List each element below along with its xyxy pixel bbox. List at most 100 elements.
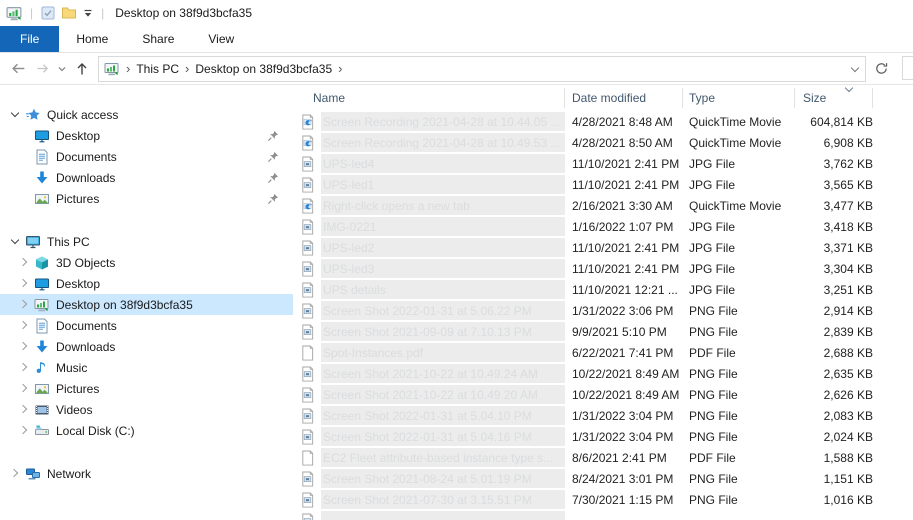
table-row[interactable]: UPS-led311/10/2021 2:41 PMJPG File3,304 … (293, 258, 913, 279)
column-header-size[interactable]: Size (795, 88, 873, 108)
chevron-spacer (17, 149, 33, 165)
forward-icon[interactable] (30, 57, 54, 81)
chevron-expanded-icon[interactable] (8, 107, 24, 123)
file-type: JPG File (683, 283, 795, 297)
chevron-collapsed-icon[interactable] (17, 402, 33, 418)
tab-home[interactable]: Home (59, 26, 125, 52)
table-row[interactable]: Screen Shot 2021-07-30 at 3.15.51 PM7/30… (293, 489, 913, 510)
sidebar-item-network[interactable]: Network (0, 463, 293, 484)
chevron-collapsed-icon[interactable] (17, 339, 33, 355)
sidebar-item-videos[interactable]: Videos (0, 399, 293, 420)
file-size: 3,304 KB (795, 262, 873, 276)
column-header-date-modified[interactable]: Date modified (565, 88, 683, 108)
table-row[interactable]: IMG-02211/16/2022 1:07 PMJPG File3,418 K… (293, 216, 913, 237)
sort-descending-icon (843, 85, 855, 95)
sidebar-item-quick-access[interactable]: Quick access (0, 104, 293, 125)
table-row[interactable]: UPS-led211/10/2021 2:41 PMJPG File3,371 … (293, 237, 913, 258)
address-dropdown-icon[interactable] (849, 63, 861, 75)
table-row[interactable]: Screen Recording 2021-04-28 at 10.44.05 … (293, 111, 913, 132)
chevron-expanded-icon[interactable] (8, 234, 24, 250)
file-name: UPS-led2 (321, 238, 565, 257)
chevron-spacer (17, 128, 33, 144)
chevron-collapsed-icon[interactable] (17, 276, 33, 292)
table-row[interactable]: Screen Shot 2022-01-31 at 5.04.16 PM1/31… (293, 426, 913, 447)
file-date: 6/22/2021 7:41 PM (565, 346, 683, 360)
table-row[interactable]: Screen Shot 2021-08-24 at 5.01.19 PM8/24… (293, 468, 913, 489)
table-row-partial[interactable] (293, 510, 913, 520)
file-name: Screen Shot 2022-01-31 at 5.04.16 PM (321, 427, 565, 446)
table-row[interactable]: Screen Recording 2021-04-28 at 10.49.53 … (293, 132, 913, 153)
back-icon[interactable] (6, 57, 30, 81)
qat-dropdown-icon[interactable] (82, 7, 94, 19)
sidebar-item-documents[interactable]: Documents (0, 146, 293, 167)
chevron-collapsed-icon[interactable] (17, 318, 33, 334)
chevron-collapsed-icon[interactable] (17, 381, 33, 397)
address-box[interactable]: › This PC › Desktop on 38f9d3bcfa35 › (98, 56, 866, 82)
chevron-collapsed-icon[interactable] (17, 297, 33, 313)
file-size: 3,762 KB (795, 157, 873, 171)
sidebar-item-label: Desktop (56, 129, 100, 143)
file-name: Screen Shot 2021-10-22 at 10.49.24 AM (321, 364, 565, 383)
chevron-collapsed-icon[interactable] (17, 255, 33, 271)
breadcrumb-chevron-icon: › (332, 62, 348, 75)
table-row[interactable]: UPS-led411/10/2021 2:41 PMJPG File3,762 … (293, 153, 913, 174)
table-row[interactable]: Right-click opens a new tab2/16/2021 3:3… (293, 195, 913, 216)
properties-icon[interactable] (40, 5, 56, 21)
sidebar-item-downloads[interactable]: Downloads (0, 167, 293, 188)
sidebar-item-label: 3D Objects (56, 256, 115, 270)
sidebar-item-desktop[interactable]: Desktop (0, 125, 293, 146)
table-row[interactable]: UPS details11/10/2021 12:21 ...JPG File3… (293, 279, 913, 300)
image-file-icon (300, 261, 315, 277)
file-type: PNG File (683, 325, 795, 339)
sidebar-item-downloads[interactable]: Downloads (0, 336, 293, 357)
image-file-icon (300, 177, 315, 193)
file-name: Right-click opens a new tab (321, 196, 565, 215)
file-type: PNG File (683, 430, 795, 444)
table-row[interactable]: Screen Shot 2022-01-31 at 5.06.22 PM1/31… (293, 300, 913, 321)
sidebar-item-pictures[interactable]: Pictures (0, 378, 293, 399)
pin-icon[interactable] (264, 172, 282, 184)
chevron-collapsed-icon[interactable] (8, 466, 24, 482)
column-header-type[interactable]: Type (683, 88, 795, 108)
table-row[interactable]: Screen Shot 2021-10-22 at 10.49.24 AM10/… (293, 363, 913, 384)
breadcrumb-current-folder[interactable]: Desktop on 38f9d3bcfa35 (195, 62, 332, 76)
table-row[interactable]: Screen Shot 2021-09-09 at 7.10.13 PM9/9/… (293, 321, 913, 342)
pin-icon[interactable] (264, 151, 282, 163)
file-size: 3,477 KB (795, 199, 873, 213)
up-icon[interactable] (70, 57, 94, 81)
refresh-icon[interactable] (868, 57, 894, 81)
table-row[interactable]: UPS-led111/10/2021 2:41 PMJPG File3,565 … (293, 174, 913, 195)
sidebar-item-label: Downloads (56, 171, 115, 185)
sidebar-item-documents[interactable]: Documents (0, 315, 293, 336)
file-date: 9/9/2021 5:10 PM (565, 325, 683, 339)
sidebar-item-music[interactable]: Music (0, 357, 293, 378)
app-icon[interactable] (6, 5, 23, 22)
sidebar-item-local-disk-c[interactable]: Local Disk (C:) (0, 420, 293, 441)
sidebar-item-pictures[interactable]: Pictures (0, 188, 293, 209)
sidebar-item-3d-objects[interactable]: 3D Objects (0, 252, 293, 273)
breadcrumb-this-pc[interactable]: This PC (136, 62, 179, 76)
table-row[interactable]: Screen Shot 2022-01-31 at 5.04.10 PM1/31… (293, 405, 913, 426)
sidebar-item-desktop[interactable]: Desktop (0, 273, 293, 294)
tab-view[interactable]: View (191, 26, 251, 52)
tab-share[interactable]: Share (125, 26, 191, 52)
pdf-file-icon (300, 345, 315, 361)
pin-icon[interactable] (264, 130, 282, 142)
nav-dropdown-icon[interactable] (54, 57, 70, 81)
sidebar-item-this-pc[interactable]: This PC (0, 231, 293, 252)
tab-file[interactable]: File (0, 26, 59, 52)
file-name: Screen Shot 2021-07-30 at 3.15.51 PM (321, 490, 565, 509)
new-folder-icon[interactable] (61, 5, 77, 21)
chevron-collapsed-icon[interactable] (17, 360, 33, 376)
table-row[interactable]: Screen Shot 2021-10-22 at 10.49.20 AM10/… (293, 384, 913, 405)
rdp-icon (33, 297, 51, 313)
table-row[interactable]: EC2 Fleet attribute-based instance type … (293, 447, 913, 468)
pin-icon[interactable] (264, 193, 282, 205)
file-size: 2,688 KB (795, 346, 873, 360)
search-input[interactable] (902, 56, 913, 80)
column-header-name[interactable]: Name (293, 88, 565, 108)
chevron-collapsed-icon[interactable] (17, 423, 33, 439)
desktop-icon (33, 276, 51, 292)
sidebar-item-desktop-on-38f9d3bcfa35[interactable]: Desktop on 38f9d3bcfa35 (0, 294, 293, 315)
table-row[interactable]: Spot-Instances.pdf6/22/2021 7:41 PMPDF F… (293, 342, 913, 363)
